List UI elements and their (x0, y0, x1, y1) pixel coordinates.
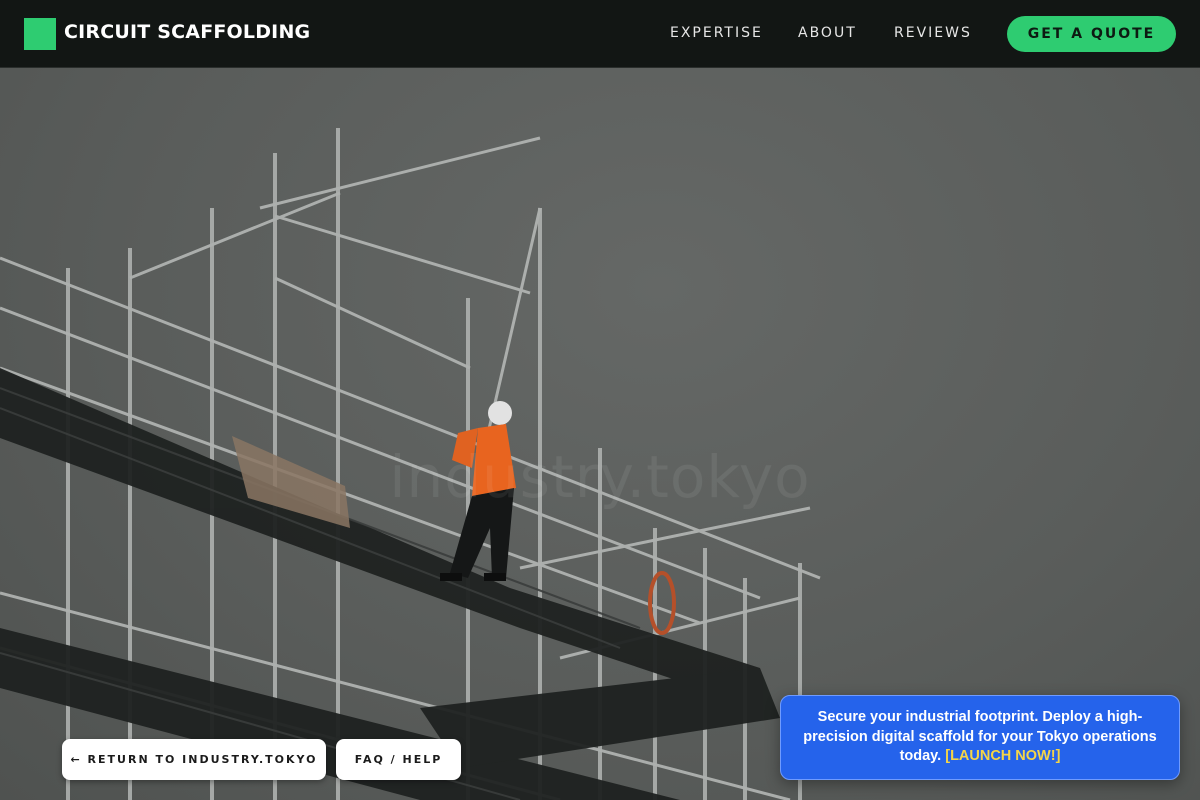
top-navbar: CIRCUIT SCAFFOLDING EXPERTISE ABOUT REVI… (0, 0, 1200, 68)
nav-link-expertise[interactable]: EXPERTISE (670, 25, 763, 41)
hero-image: industry.tokyo (0, 68, 1200, 800)
logo-square-icon[interactable] (24, 18, 56, 50)
page: CIRCUIT SCAFFOLDING EXPERTISE ABOUT REVI… (0, 0, 1200, 800)
return-to-industry-tokyo-button[interactable]: ← RETURN TO INDUSTRY.TOKYO (62, 739, 326, 780)
get-a-quote-button[interactable]: GET A QUOTE (1007, 16, 1176, 52)
nav-link-about[interactable]: ABOUT (798, 25, 857, 41)
promo-banner[interactable]: Secure your industrial footprint. Deploy… (780, 695, 1180, 780)
brand-name[interactable]: CIRCUIT SCAFFOLDING (64, 21, 310, 43)
faq-help-button[interactable]: FAQ / HELP (336, 739, 461, 780)
hero-watermark: industry.tokyo (389, 443, 811, 511)
launch-now-link[interactable]: [LAUNCH NOW!] (945, 748, 1060, 764)
scaffolding-illustration (0, 128, 821, 800)
nav-link-reviews[interactable]: REVIEWS (894, 25, 972, 41)
